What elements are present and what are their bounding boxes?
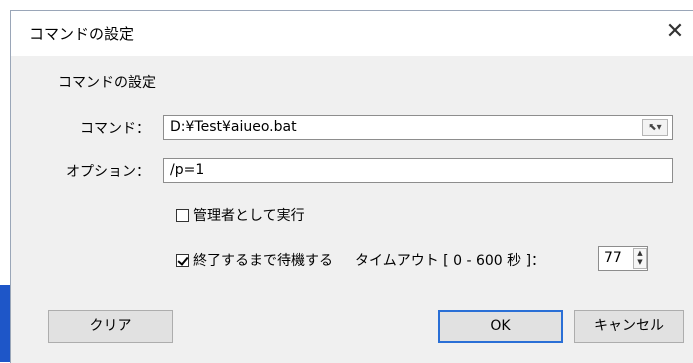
ok-button[interactable]: OK <box>438 310 563 343</box>
window-title: コマンドの設定 <box>29 25 135 43</box>
command-settings-dialog: コマンドの設定 ✕ コマンドの設定 コマンド： D:¥Test¥aiueo.ba… <box>10 10 693 363</box>
command-label: コマンド： <box>80 121 150 137</box>
wait-until-done-checkbox[interactable]: 終了するまで待機する タイムアウト [ 0 - 600 秒 ]： <box>176 250 545 270</box>
cancel-button[interactable]: キャンセル <box>574 310 684 343</box>
command-input[interactable]: D:¥Test¥aiueo.bat ⬉▾ <box>163 115 673 140</box>
group-label: コマンドの設定 <box>58 75 156 91</box>
wait-until-done-label: 終了するまで待機する <box>193 253 333 269</box>
run-as-admin-label: 管理者として実行 <box>193 208 305 224</box>
options-label: オプション： <box>66 164 150 180</box>
options-value: /p=1 <box>170 162 205 178</box>
timeout-spinner[interactable]: ▲ ▼ <box>633 248 647 269</box>
clear-button[interactable]: クリア <box>48 310 173 343</box>
close-icon[interactable]: ✕ <box>658 17 692 47</box>
title-bar: コマンドの設定 ✕ <box>11 11 693 56</box>
command-value: D:¥Test¥aiueo.bat <box>170 119 297 135</box>
run-as-admin-checkbox[interactable]: 管理者として実行 <box>176 205 305 225</box>
wait-until-done-checkbox-box[interactable] <box>176 253 189 267</box>
run-as-admin-checkbox-box[interactable] <box>176 208 189 222</box>
timeout-value: 77 <box>604 250 622 266</box>
browse-icon[interactable]: ⬉▾ <box>642 119 668 136</box>
options-input[interactable]: /p=1 <box>163 158 673 183</box>
timeout-label: タイムアウト [ 0 - 600 秒 ]： <box>355 253 546 269</box>
